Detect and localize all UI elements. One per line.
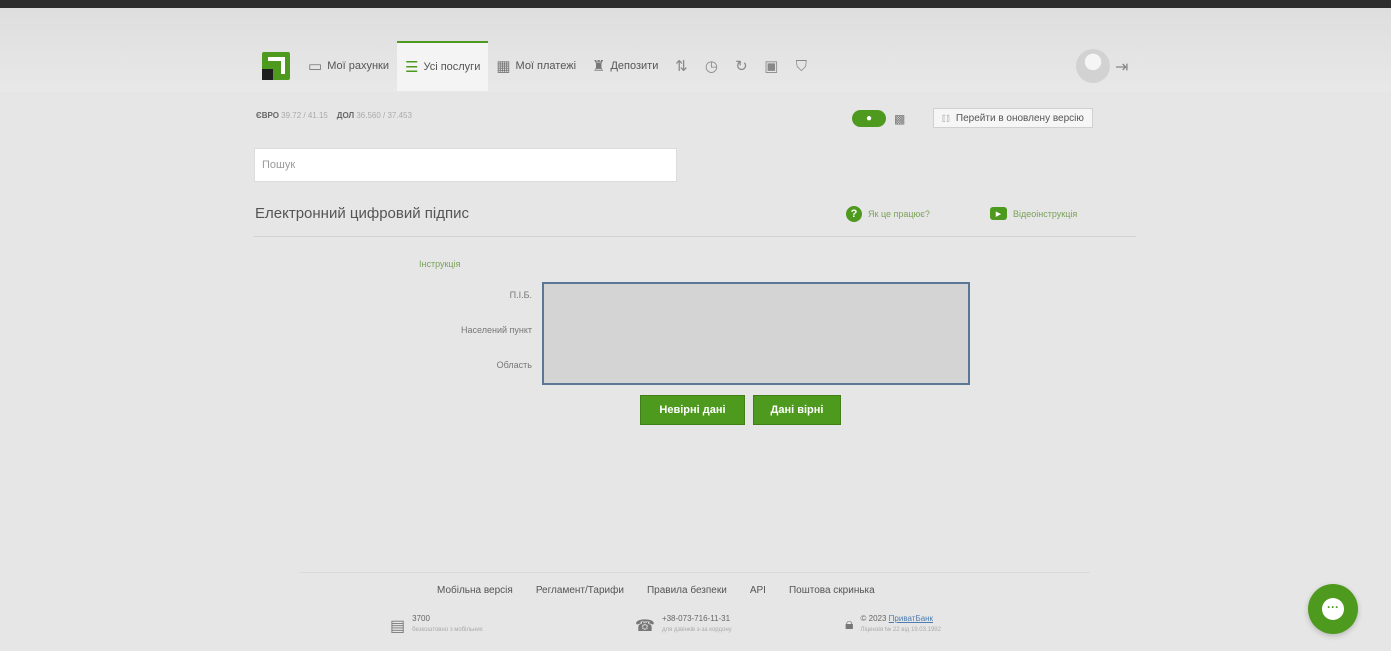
cart-icon[interactable]: ⛉ <box>788 41 814 91</box>
brand-link[interactable]: ПриватБанк <box>889 614 933 623</box>
clock-icon[interactable]: ◷ <box>698 41 724 91</box>
logout-icon[interactable]: ⇥ <box>1115 57 1128 77</box>
footer-link-mailbox[interactable]: Поштова скринька <box>789 585 875 596</box>
video-instruction-link[interactable]: ▶ Відеоінструкція <box>990 207 1077 220</box>
contact-line1: 3700 <box>412 614 430 623</box>
nav-label: Депозити <box>610 60 659 72</box>
divider <box>254 236 1136 237</box>
deposit-icon: ♜ <box>592 58 606 75</box>
how-it-works-label: Як це працює? <box>868 209 930 219</box>
contact-copyright: 🔒︎ © 2023 ПриватБанк Ліцензія № 22 від 1… <box>845 614 941 634</box>
footer-divider <box>300 572 1090 573</box>
gift-icon[interactable]: ▣ <box>758 41 784 91</box>
footer-link-security[interactable]: Правила безпеки <box>647 585 727 596</box>
chat-button[interactable]: ··· <box>1308 584 1358 634</box>
main-nav: ▭ Мої рахунки ☰ Усі послуги ▦ Мої платеж… <box>300 41 816 91</box>
person-icon[interactable]: ● <box>852 110 886 127</box>
contact-mobile: ▤ 3700 безкоштовно з мобільних <box>390 614 483 636</box>
how-it-works-link[interactable]: ? Як це працює? <box>846 206 930 222</box>
lock-icon: 🔒︎ <box>845 616 854 633</box>
avatar[interactable] <box>1076 49 1110 83</box>
account-type-toggle: ● ▩ <box>852 110 905 127</box>
new-version-label: Перейти в оновлену версію <box>955 112 1084 124</box>
page-title: Електронний цифровий підпис <box>255 205 469 222</box>
wallet-icon: ▭ <box>308 58 323 75</box>
license-text: Ліцензія № 22 від 19.03.1992 <box>860 627 941 633</box>
phone-icon: ☎ <box>635 618 655 635</box>
chat-icon: ··· <box>1322 598 1344 620</box>
new-version-button[interactable]: ⟦⟧ Перейти в оновлену версію <box>933 108 1093 128</box>
contact-phone: ☎ +38-073-716-11-31 для дзвінків з-за ко… <box>635 614 732 636</box>
question-icon: ? <box>846 206 862 222</box>
briefcase-icon[interactable]: ▩ <box>894 112 905 126</box>
nav-my-payments[interactable]: ▦ Мої платежі <box>488 41 584 91</box>
usd-label: ДОЛ <box>336 111 355 120</box>
field-label-region: Область <box>496 360 532 370</box>
eur-rate: 39.72 / 41.15 <box>281 111 328 120</box>
copyright-year: © 2023 <box>860 614 887 623</box>
usd-rate: 36.560 / 37.453 <box>356 111 412 120</box>
field-label-name: П.І.Б. <box>509 290 532 300</box>
header: ▭ Мої рахунки ☰ Усі послуги ▦ Мої платеж… <box>0 8 1391 92</box>
nav-my-accounts[interactable]: ▭ Мої рахунки <box>300 41 397 91</box>
contact-line2: для дзвінків з-за кордону <box>661 627 732 633</box>
video-instruction-label: Відеоінструкція <box>1013 208 1078 219</box>
contact-line2: безкоштовно з мобільних <box>412 627 483 633</box>
transfer-icon[interactable]: ⇅ <box>668 41 694 91</box>
switch-icon: ⟦⟧ <box>942 113 950 123</box>
footer-link-api[interactable]: API <box>750 585 766 596</box>
contact-line1: +38-073-716-11-31 <box>661 614 731 623</box>
nav-label: Мої платежі <box>515 60 577 72</box>
refresh-icon[interactable]: ↻ <box>728 41 754 91</box>
nav-all-services[interactable]: ☰ Усі послуги <box>396 41 489 91</box>
eur-label: ЄВРО <box>256 111 279 120</box>
field-label-settlement: Населений пункт <box>461 325 532 335</box>
footer-link-mobile[interactable]: Мобільна версія <box>437 585 513 596</box>
privatbank-logo[interactable] <box>262 52 290 80</box>
footer-link-tariffs[interactable]: Регламент/Тарифи <box>536 585 624 596</box>
personal-data-block <box>542 282 970 385</box>
wrong-data-button[interactable]: Невірні дані <box>640 395 745 425</box>
footer-links: Мобільна версія Регламент/Тарифи Правила… <box>437 585 898 596</box>
correct-data-button[interactable]: Дані вірні <box>753 395 841 425</box>
exchange-rates: ЄВРО 39.72 / 41.15 ДОЛ 36.560 / 37.453 <box>256 111 412 120</box>
list-icon: ☰ <box>404 59 419 76</box>
nav-label: Мої рахунки <box>327 60 389 72</box>
nav-deposits[interactable]: ♜ Депозити <box>584 41 666 91</box>
nav-label: Усі послуги <box>423 61 481 73</box>
payments-icon: ▦ <box>496 58 511 75</box>
mobile-icon: ▤ <box>390 618 406 635</box>
play-icon: ▶ <box>990 207 1007 220</box>
instruction-link[interactable]: Інструкція <box>419 259 460 269</box>
top-bar <box>0 0 1391 8</box>
search-input[interactable] <box>254 148 677 182</box>
